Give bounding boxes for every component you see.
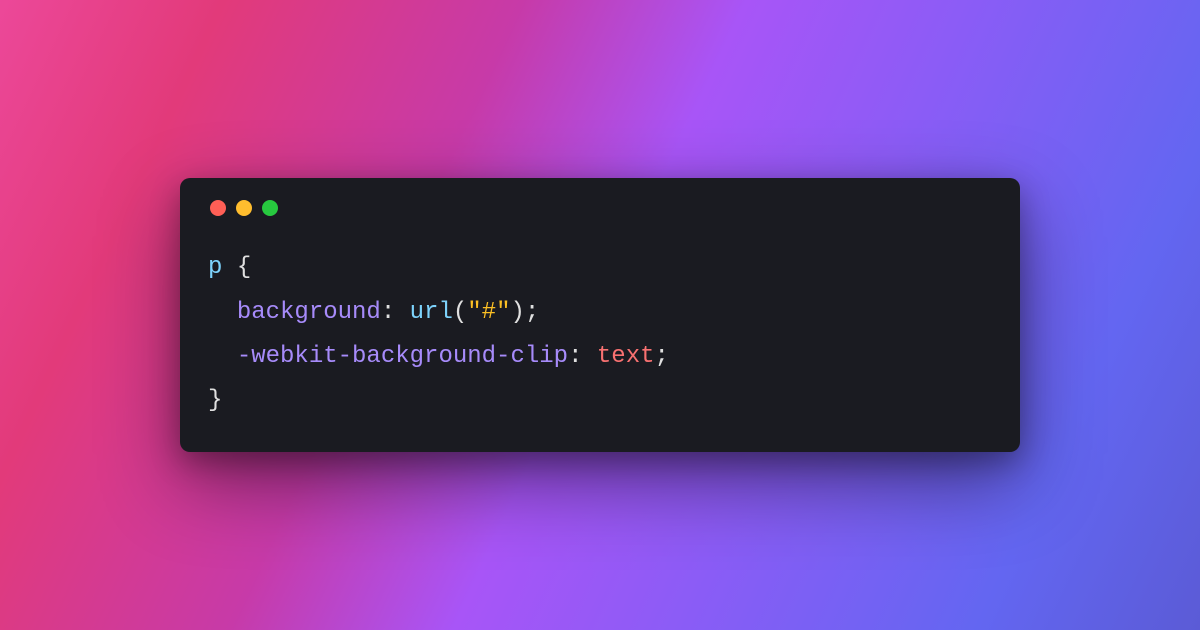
semicolon: ; bbox=[655, 343, 669, 370]
css-value-text: text bbox=[597, 343, 655, 370]
window-maximize-button[interactable] bbox=[262, 200, 278, 216]
semicolon: ; bbox=[525, 299, 539, 326]
indent bbox=[208, 343, 237, 370]
code-block: p { background: url("#"); -webkit-backgr… bbox=[208, 246, 992, 424]
css-property-webkit-clip: -webkit-background-clip bbox=[237, 343, 568, 370]
colon: : bbox=[568, 343, 582, 370]
brace-close: } bbox=[208, 387, 222, 414]
space bbox=[582, 343, 596, 370]
window-close-button[interactable] bbox=[210, 200, 226, 216]
indent bbox=[208, 299, 237, 326]
brace-open: { bbox=[237, 254, 251, 281]
css-string: "#" bbox=[467, 299, 510, 326]
paren-close: ) bbox=[511, 299, 525, 326]
window-controls bbox=[208, 200, 992, 216]
code-snippet-window: p { background: url("#"); -webkit-backgr… bbox=[180, 178, 1020, 452]
css-func-url: url bbox=[410, 299, 453, 326]
css-property-background: background bbox=[237, 299, 381, 326]
space bbox=[395, 299, 409, 326]
paren-open: ( bbox=[453, 299, 467, 326]
window-minimize-button[interactable] bbox=[236, 200, 252, 216]
colon: : bbox=[381, 299, 395, 326]
css-selector: p bbox=[208, 254, 222, 281]
